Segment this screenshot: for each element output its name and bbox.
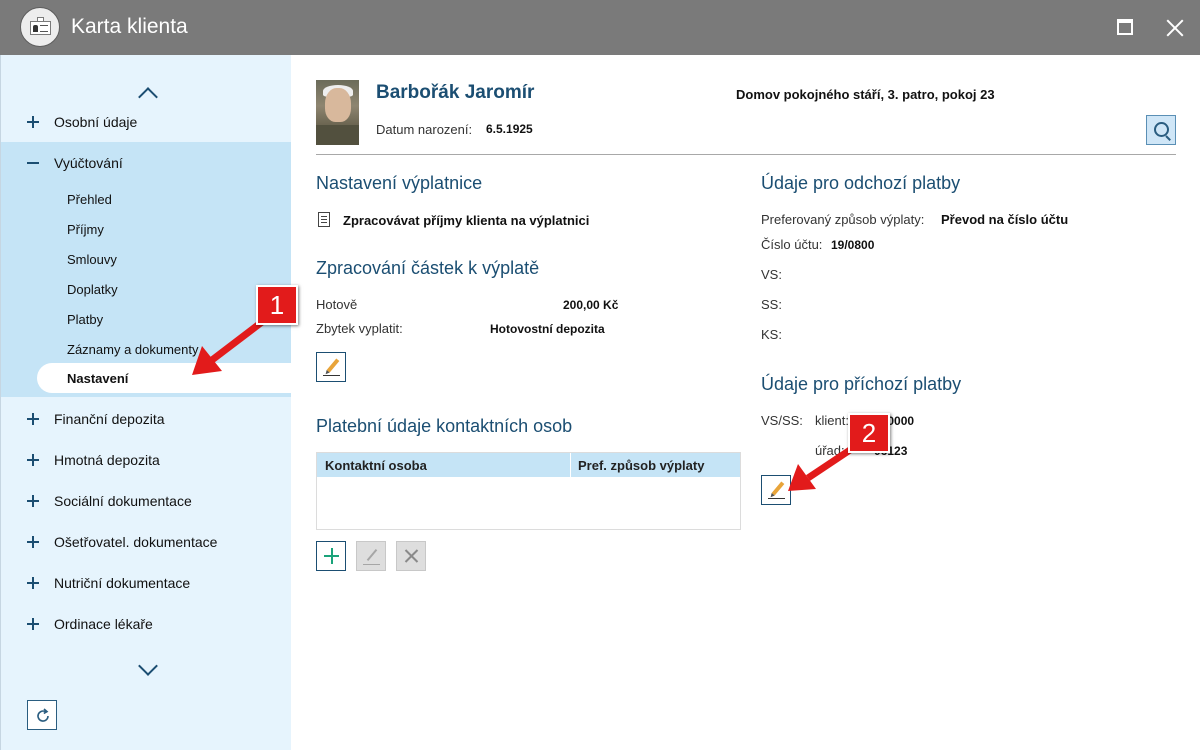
edit-incoming-button[interactable] [761,475,791,505]
vs-label: VS: [761,267,782,282]
method-label: Preferovaný způsob výplaty: [761,212,925,227]
plus-icon [27,618,39,630]
document-icon [318,212,330,227]
sidebar-subitem-zaznamy[interactable]: Záznamy a dokumenty [67,342,199,357]
edit-contact-button[interactable] [356,541,386,571]
minus-icon [27,157,39,169]
sidebar-subitem-nastaveni[interactable]: Nastavení [37,363,292,393]
sidebar-item-financni-depozita[interactable]: Finanční depozita [1,400,291,440]
ss-label: SS: [761,297,782,312]
refresh-button[interactable] [27,700,57,730]
callout-1: 1 [256,285,298,325]
incoming-title: Údaje pro příchozí platby [761,374,962,394]
maximize-button[interactable] [1110,13,1140,43]
sidebar-item-osobni-udaje[interactable]: Osobní údaje [1,103,291,143]
sidebar-item-ordinace-lekare[interactable]: Ordinace lékaře [1,605,291,645]
callout-2: 2 [848,413,890,453]
dob-label: Datum narození: [376,122,473,137]
sidebar: Osobní údaje Přehled Příjmy Smlouvy Dopl… [0,55,292,750]
client-label: klient: [815,413,849,428]
sidebar-subitem-platby[interactable]: Platby [67,312,103,327]
title-bar: Karta klienta [0,0,1200,55]
payout-option: Zpracovávat příjmy klienta na výplatnici [343,213,590,228]
contacts-title: Platební údaje kontaktních osob [316,416,573,436]
account-value: 19/0800 [831,238,875,252]
client-photo [316,80,359,145]
window-title: Karta klienta [71,15,188,38]
office-label: úřad: [815,443,845,458]
client-name: Barbořák Jaromír [376,82,535,103]
plus-icon [27,536,39,548]
pencil-icon [771,481,785,496]
sidebar-subitem-smlouvy[interactable]: Smlouvy [67,252,117,267]
sidebar-item-socialni-dokumentace[interactable]: Sociální dokumentace [1,482,291,522]
header-divider [316,154,1176,155]
pencil-icon [326,358,340,373]
plus-icon [27,454,39,466]
vsss-label: VS/SS: [761,413,803,428]
sidebar-item-nutricni-dokumentace[interactable]: Nutriční dokumentace [1,564,291,604]
sidebar-subitem-prijmy[interactable]: Příjmy [67,222,104,237]
pencil-icon [366,548,378,562]
plus-icon [27,413,39,425]
search-button[interactable] [1146,115,1176,145]
contacts-table: Kontaktní osoba Pref. způsob výplaty [316,452,741,530]
dob-value: 6.5.1925 [486,122,533,136]
close-button[interactable] [1160,13,1190,43]
table-header: Kontaktní osoba Pref. způsob výplaty [317,453,740,477]
plus-icon [27,577,39,589]
ks-label: KS: [761,327,782,342]
plus-icon [27,116,39,128]
sidebar-item-osetrovatel-dokumentace[interactable]: Ošetřovatel. dokumentace [1,523,291,563]
maximize-icon [1117,19,1133,35]
remainder-value: Hotovostní depozita [490,322,605,336]
column-header-contact[interactable]: Kontaktní osoba [325,458,427,473]
plus-icon [27,495,39,507]
client-card-icon [20,7,60,47]
account-label: Číslo účtu: [761,237,823,252]
outgoing-title: Údaje pro odchozí platby [761,173,961,193]
cash-label: Hotově [316,297,358,312]
delete-contact-button[interactable] [396,541,426,571]
method-value: Převod na číslo účtu [941,212,1069,227]
column-header-method[interactable]: Pref. způsob výplaty [578,458,704,473]
sidebar-subitem-prehled[interactable]: Přehled [67,192,112,207]
remainder-label: Zbytek vyplatit: [316,321,403,336]
edit-processing-button[interactable] [316,352,346,382]
add-contact-button[interactable] [316,541,346,571]
refresh-icon [37,708,49,722]
scroll-up-chevron-icon[interactable] [137,82,157,102]
payout-settings-title: Nastavení výplatnice [316,173,483,193]
cash-value: 200,00 Kč [563,298,619,312]
scroll-down-chevron-icon[interactable] [137,659,157,679]
sidebar-subitem-doplatky[interactable]: Doplatky [67,282,118,297]
processing-title: Zpracování částek k výplatě [316,258,540,278]
sidebar-item-hmotna-depozita[interactable]: Hmotná depozita [1,441,291,481]
client-location: Domov pokojného stáří, 3. patro, pokoj 2… [736,87,995,102]
main-content: Barbořák Jaromír Datum narození: 6.5.192… [291,55,1200,750]
sidebar-item-vyuctovani[interactable]: Vyúčtování [1,144,291,184]
